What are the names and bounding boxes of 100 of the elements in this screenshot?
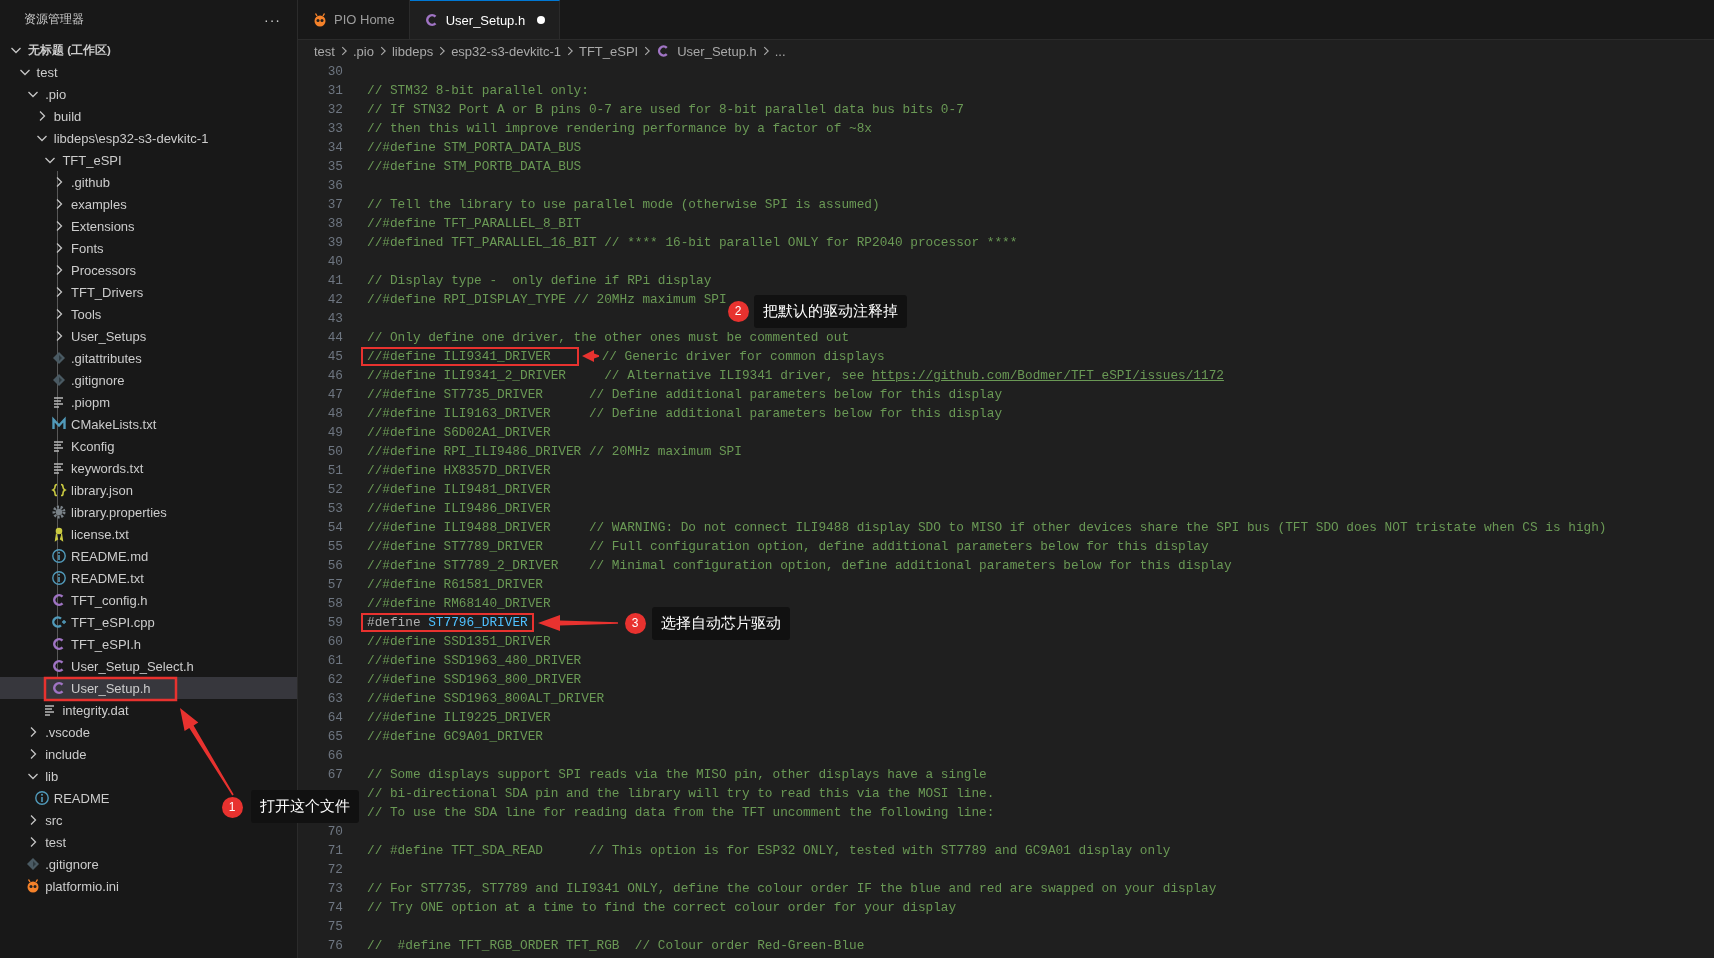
braces-icon (51, 482, 67, 498)
more-actions-button[interactable]: ··· (264, 11, 281, 28)
panel-title: 资源管理器 (24, 12, 84, 27)
tree-item[interactable]: TFT_config.h (0, 589, 154, 611)
code-line: //#define ILI9341_DRIVER (367, 349, 551, 364)
tree-item[interactable]: TFT_eSPI.cpp (0, 611, 161, 633)
line-number: 58 (326, 596, 343, 611)
line-number: 72 (326, 862, 343, 877)
tree-item[interactable]: .gitignore (0, 853, 105, 875)
line-number: 60 (326, 634, 343, 649)
line-number: 67 (326, 767, 343, 782)
code-line: // then this will improve rendering performance by a factor of ~8x (367, 121, 872, 136)
tree-item[interactable]: .pio (0, 83, 73, 105)
tree-item[interactable]: integrity.dat (0, 699, 135, 721)
code-line: //#define STM_PORTA_DATA_BUS (367, 140, 582, 155)
line-number: 75 (326, 919, 343, 934)
editor-tab[interactable]: User_Setup.h (409, 0, 561, 39)
arrow (582, 350, 599, 362)
line-number: 66 (326, 748, 343, 763)
tree-item[interactable]: README.txt (0, 567, 150, 589)
tree-item[interactable]: TFT_eSPI (0, 149, 128, 171)
diamond-icon (51, 350, 67, 366)
line-number: 43 (326, 311, 343, 326)
tree-item[interactable]: .gitattributes (0, 347, 148, 369)
code-line: //#define RPI_ILI9486_DRIVER // 20MHz maximum SPI (367, 444, 742, 459)
breadcrumb-item[interactable]: .pio (352, 43, 374, 59)
code-line: //#defined TFT_PARALLEL_16_BIT // **** 16-bit parallel ONLY for RP2040 processor **** (367, 235, 1018, 250)
tree-item[interactable]: src (0, 809, 69, 831)
code-line: // Try ONE option at a time to find the correct colour order for your display (367, 900, 957, 915)
tree-item[interactable]: User_Setup.h (0, 677, 297, 699)
tree-item[interactable]: User_Setup_Select.h (0, 655, 200, 677)
code-line: //#define ILI9486_DRIVER (367, 501, 551, 516)
ant-icon (312, 11, 328, 28)
line-number: 62 (326, 672, 343, 687)
line-number: 63 (326, 691, 343, 706)
tree-item[interactable]: README (0, 787, 116, 809)
tree-item[interactable]: Tools (0, 303, 108, 325)
editor-tab[interactable]: PIO Home (298, 0, 410, 39)
breadcrumb-item[interactable]: User_Setup.h (677, 43, 757, 59)
line-number: 55 (326, 539, 343, 554)
tree-item[interactable]: library.json (0, 479, 139, 501)
cpp-file-icon (51, 614, 67, 630)
tree-item[interactable]: .gitignore (0, 369, 131, 391)
tree-item[interactable]: keywords.txt (0, 457, 150, 479)
tree-item[interactable]: Processors (0, 259, 143, 281)
tree-item[interactable]: lib (0, 765, 65, 787)
tree-item[interactable]: test (0, 61, 64, 83)
code-line: // Tell the library to use parallel mode (otherwise SPI is assumed) (367, 197, 880, 212)
tree-item[interactable]: TFT_Drivers (0, 281, 150, 303)
line-number: 71 (326, 843, 343, 858)
tree-item[interactable]: TFT_eSPI.h (0, 633, 148, 655)
code-line: // bi-directional SDA pin and the library will try to read this via the MOSI line. (367, 786, 995, 801)
tree-item[interactable]: include (0, 743, 93, 765)
breadcrumb-item[interactable]: TFT_eSPI (578, 43, 639, 59)
tree-item[interactable]: Extensions (0, 215, 141, 237)
breadcrumb-item[interactable]: libdeps (391, 43, 434, 59)
tree-item[interactable]: Kconfig (0, 435, 121, 457)
line-number: 31 (326, 83, 343, 98)
line-number: 45 (326, 349, 343, 364)
line-number: 51 (326, 463, 343, 478)
code-line: // Only define one driver, the other ones must be commented out (367, 330, 850, 345)
line-number: 46 (326, 368, 343, 383)
code-line: // Display type - only define if RPi display (367, 273, 712, 288)
line-number: 40 (326, 254, 343, 269)
line-number: 37 (326, 197, 343, 212)
tree-item[interactable]: CMakeLists.txt (0, 413, 163, 435)
tree-item[interactable]: .vscode (0, 721, 96, 743)
tree-item[interactable]: library.properties (0, 501, 173, 523)
breadcrumb-item[interactable]: esp32-s3-devkitc-1 (451, 43, 561, 59)
code-line: //#define ILI9488_DRIVER // WARNING: Do not connect ILI9488 display SDO to MISO if other devices share the SPI bus (TFT SDO does NOT tristate when CS is high) (367, 520, 1607, 535)
tree-item[interactable]: .github (0, 171, 117, 193)
tree-item[interactable]: 无标题 (工作区) (0, 39, 117, 61)
callout-label: 选择自动芯片驱动 (652, 607, 790, 640)
tree-item[interactable]: libdeps\esp32-s3-devkitc-1 (0, 127, 215, 149)
code-line: // #define TFT_RGB_ORDER TFT_RGB // Colour order Red-Green-Blue (367, 938, 865, 953)
callout-label: 打开这个文件 (251, 790, 359, 823)
code-line: // For ST7735, ST7789 and ILI9341 ONLY, define the colour order IF the blue and red are swapped on your display (367, 881, 1217, 896)
tree-item[interactable]: examples (0, 193, 133, 215)
code-line: //#define ST7735_DRIVER // Define additional parameters below for this display (367, 387, 1003, 402)
line-number: 56 (326, 558, 343, 573)
line-number: 64 (326, 710, 343, 725)
tree-item[interactable]: build (0, 105, 88, 127)
tree-item[interactable]: README.md (0, 545, 155, 567)
tree-item[interactable]: platformio.ini (0, 875, 125, 897)
line-number: 59 (326, 615, 343, 630)
tree-item[interactable]: User_Setups (0, 325, 153, 347)
line-number: 54 (326, 520, 343, 535)
breadcrumb-item[interactable]: ... (774, 43, 786, 59)
line-number: 35 (326, 159, 343, 174)
tree-item[interactable]: .piopm (0, 391, 117, 413)
link[interactable]: https://github.com/Bodmer/TFT_eSPI/issues/1172 (872, 368, 1224, 383)
line-number: 74 (326, 900, 343, 915)
code-line: //#define RM68140_DRIVER (367, 596, 551, 611)
tree-item[interactable]: test (0, 831, 73, 853)
breadcrumb-item[interactable]: test (314, 43, 335, 59)
tree-item[interactable]: license.txt (0, 523, 135, 545)
line-number: 57 (326, 577, 343, 592)
line-number: 49 (326, 425, 343, 440)
tree-item[interactable]: Fonts (0, 237, 110, 259)
code-line: //#define SSD1963_800ALT_DRIVER (367, 691, 605, 706)
